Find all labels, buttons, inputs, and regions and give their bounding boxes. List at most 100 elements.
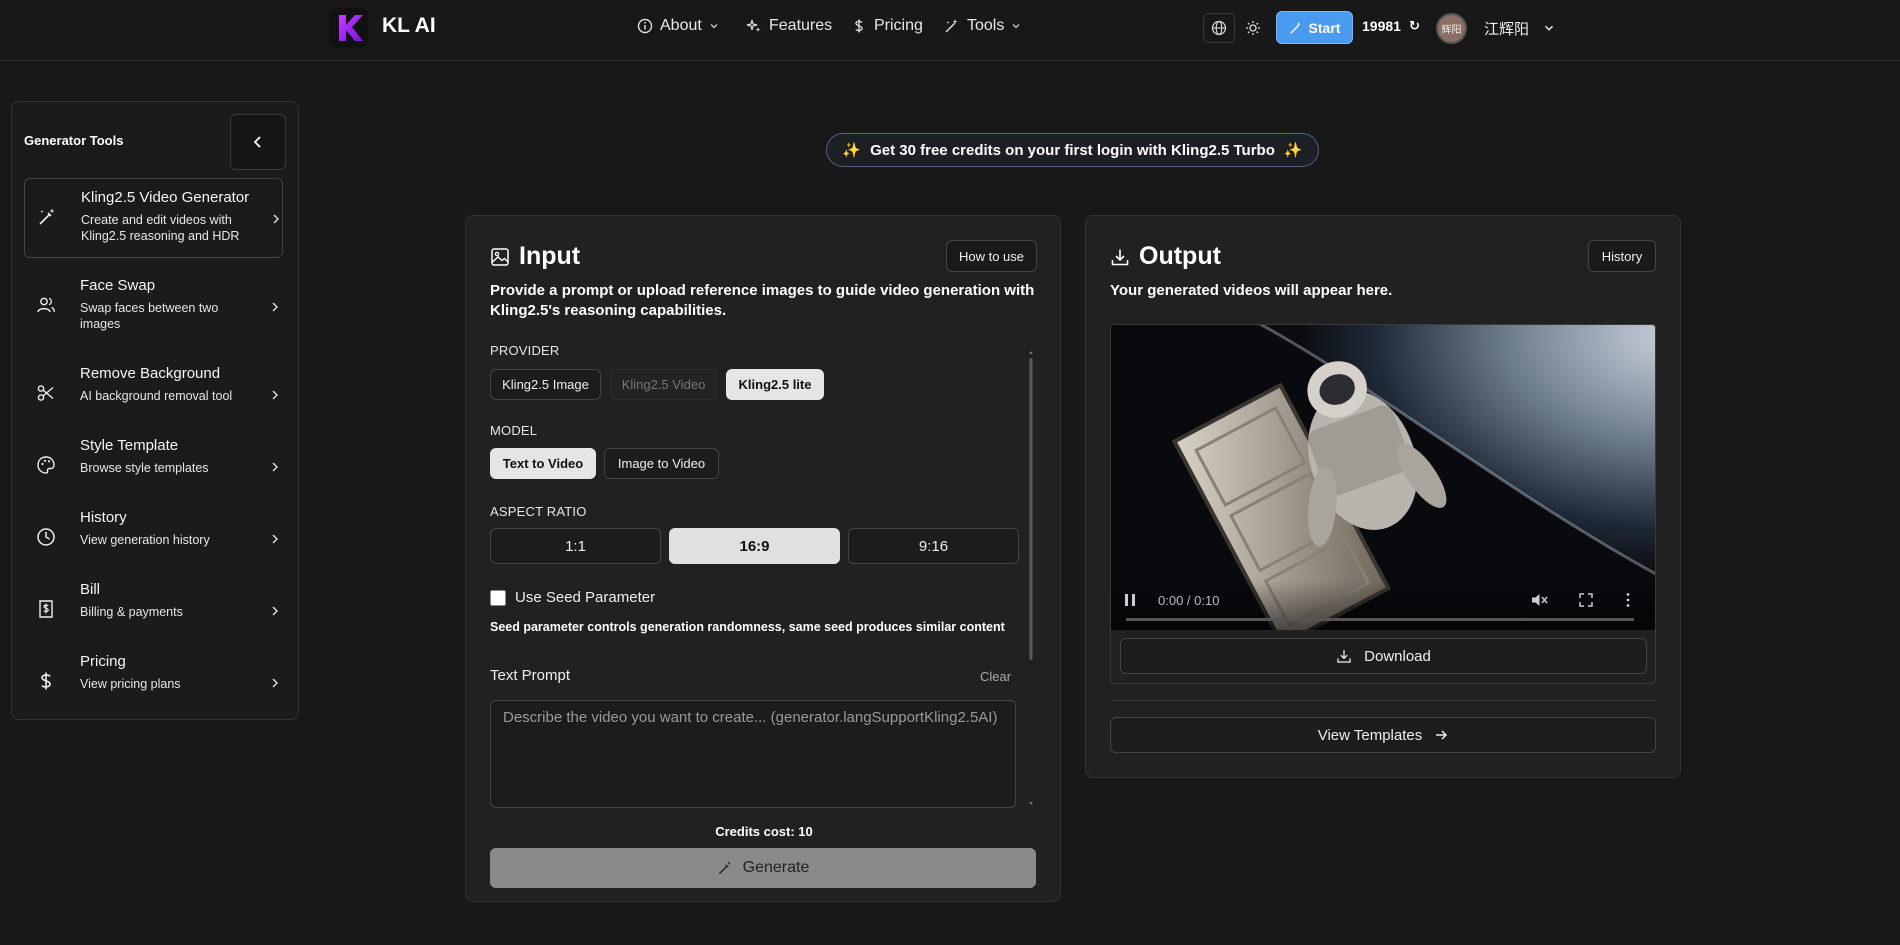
magic-wand-icon [39, 208, 55, 225]
nav-features[interactable]: Features [746, 17, 832, 35]
output-title: Output [1139, 242, 1221, 270]
receipt-icon [39, 600, 53, 618]
start-button-label: Start [1308, 19, 1341, 36]
language-button[interactable] [1203, 13, 1235, 43]
scrollbar-track-icon [1029, 351, 1033, 805]
model-image-to-video[interactable]: Image to Video [604, 448, 719, 479]
model-label: MODEL [490, 423, 538, 438]
sidebar-item-title: Bill [80, 581, 101, 598]
username[interactable]: 江辉阳 [1484, 18, 1529, 39]
output-divider [1110, 700, 1656, 701]
promo-banner[interactable]: ✨ Get 30 free credits on your first logi… [826, 133, 1319, 167]
muted-icon[interactable] [1530, 592, 1548, 608]
avatar[interactable]: 辉阳 [1436, 13, 1467, 44]
download-icon [1337, 650, 1351, 663]
start-button[interactable]: Start [1276, 11, 1353, 44]
download-icon [1111, 249, 1129, 265]
k-logo-icon [339, 15, 363, 41]
sidebar-item-title: History [80, 509, 127, 526]
palette-icon [37, 456, 55, 474]
video-controls: 0:00 / 0:10 [1110, 580, 1656, 630]
chevron-right-icon [272, 390, 278, 400]
generate-label: Generate [742, 859, 810, 876]
clear-button[interactable]: Clear [980, 669, 1011, 684]
input-panel: Input How to use Provide a prompt or upl… [465, 215, 1061, 902]
theme-toggle[interactable] [1237, 13, 1269, 43]
aspect-ratio-label: ASPECT RATIO [490, 504, 587, 519]
video-progress-track[interactable] [1126, 618, 1634, 621]
fullscreen-icon[interactable] [1579, 593, 1593, 607]
sidebar-item-video-generator[interactable]: Kling2.5 Video Generator Create and edit… [24, 178, 283, 258]
sidebar-item-desc: Browse style templates [80, 461, 209, 475]
prompt-textarea[interactable] [490, 700, 1016, 808]
brand-name[interactable]: KL AI [382, 14, 436, 38]
sparkle-emoji: ✨ [842, 142, 862, 159]
input-description: Provide a prompt or upload reference ima… [490, 282, 1035, 319]
output-description: Your generated videos will appear here. [1110, 282, 1393, 299]
nav-features-label: Features [769, 17, 833, 34]
nav-about-label: About [660, 17, 702, 34]
text-prompt-label: Text Prompt [490, 667, 571, 684]
seed-label[interactable]: Use Seed Parameter [515, 589, 655, 606]
more-options-icon[interactable] [1625, 592, 1631, 608]
user-menu-chevron-icon[interactable] [1543, 22, 1555, 34]
chevron-down-icon [1012, 24, 1020, 29]
collapse-sidebar-button[interactable] [230, 114, 286, 170]
video-time: 0:00 / 0:10 [1158, 593, 1220, 608]
aspect-16-9[interactable]: 16:9 [669, 528, 840, 564]
generate-button[interactable]: Generate [490, 848, 1036, 888]
how-to-use-button[interactable]: How to use [946, 240, 1037, 272]
promo-text: Get 30 free credits on your first login … [870, 141, 1275, 159]
nav-pricing[interactable]: Pricing [851, 17, 923, 35]
download-button[interactable]: Download [1120, 638, 1647, 674]
sidebar-item-style-template[interactable]: Style Template Browse style templates [24, 427, 283, 507]
nav-about[interactable]: About [637, 17, 719, 35]
sidebar-item-title: Kling2.5 Video Generator [81, 189, 250, 206]
video-player[interactable]: 0:00 / 0:10 [1110, 324, 1656, 630]
top-header: KL AI About Features Pricing Tools Start… [0, 0, 1900, 61]
arrow-right-icon [1436, 730, 1448, 740]
pause-icon[interactable] [1124, 593, 1136, 607]
model-text-to-video[interactable]: Text to Video [490, 448, 596, 479]
sidebar-item-desc: Billing & payments [80, 605, 183, 619]
sparkle-emoji: ✨ [1283, 142, 1303, 159]
logo[interactable] [329, 8, 369, 48]
sidebar-item-desc: Create and edit videos with Kling2.5 rea… [81, 213, 240, 243]
input-heading: Input [490, 242, 580, 271]
sidebar-item-desc: View pricing plans [80, 677, 181, 691]
globe-icon [1211, 20, 1227, 36]
sidebar-item-bill[interactable]: Bill Billing & payments [24, 571, 283, 651]
info-icon [637, 18, 653, 34]
view-templates-button[interactable]: View Templates [1110, 717, 1656, 753]
history-button[interactable]: History [1588, 240, 1656, 272]
sidebar-item-pricing[interactable]: Pricing View pricing plans [24, 643, 283, 723]
input-scrollbar[interactable] [1028, 348, 1034, 808]
chevron-left-icon [253, 136, 261, 148]
sidebar-item-desc: Swap faces between two images [80, 301, 219, 331]
clock-icon [37, 528, 55, 546]
aspect-9-16[interactable]: 9:16 [848, 528, 1019, 564]
dollar-icon [41, 672, 51, 690]
provider-kling-lite[interactable]: Kling2.5 lite [726, 369, 824, 400]
nav-tools[interactable]: Tools [944, 17, 1021, 35]
magic-wand-icon [718, 861, 731, 875]
sidebar-item-history[interactable]: History View generation history [24, 499, 283, 579]
dollar-icon [855, 19, 863, 33]
sidebar-item-remove-background[interactable]: Remove Background AI background removal … [24, 355, 283, 435]
sidebar-item-face-swap[interactable]: Face Swap Swap faces between two images [24, 267, 283, 347]
provider-label: PROVIDER [490, 343, 560, 358]
users-icon [37, 297, 55, 313]
sidebar-item-title: Style Template [80, 437, 179, 454]
chevron-right-icon [272, 678, 278, 688]
credits-cost: Credits cost: 10 [715, 824, 813, 839]
refresh-credits-icon[interactable]: ↻ [1409, 18, 1420, 34]
sidebar: Generator Tools Kling2.5 Video Generator… [11, 101, 299, 720]
provider-kling-video[interactable]: Kling2.5 Video [610, 369, 717, 400]
provider-kling-image[interactable]: Kling2.5 Image [490, 369, 601, 400]
aspect-1-1[interactable]: 1:1 [490, 528, 661, 564]
seed-checkbox[interactable] [490, 590, 506, 606]
wand-icon [945, 19, 958, 33]
output-heading: Output [1110, 242, 1221, 271]
sun-icon [1246, 21, 1260, 35]
scissors-icon [37, 385, 54, 401]
